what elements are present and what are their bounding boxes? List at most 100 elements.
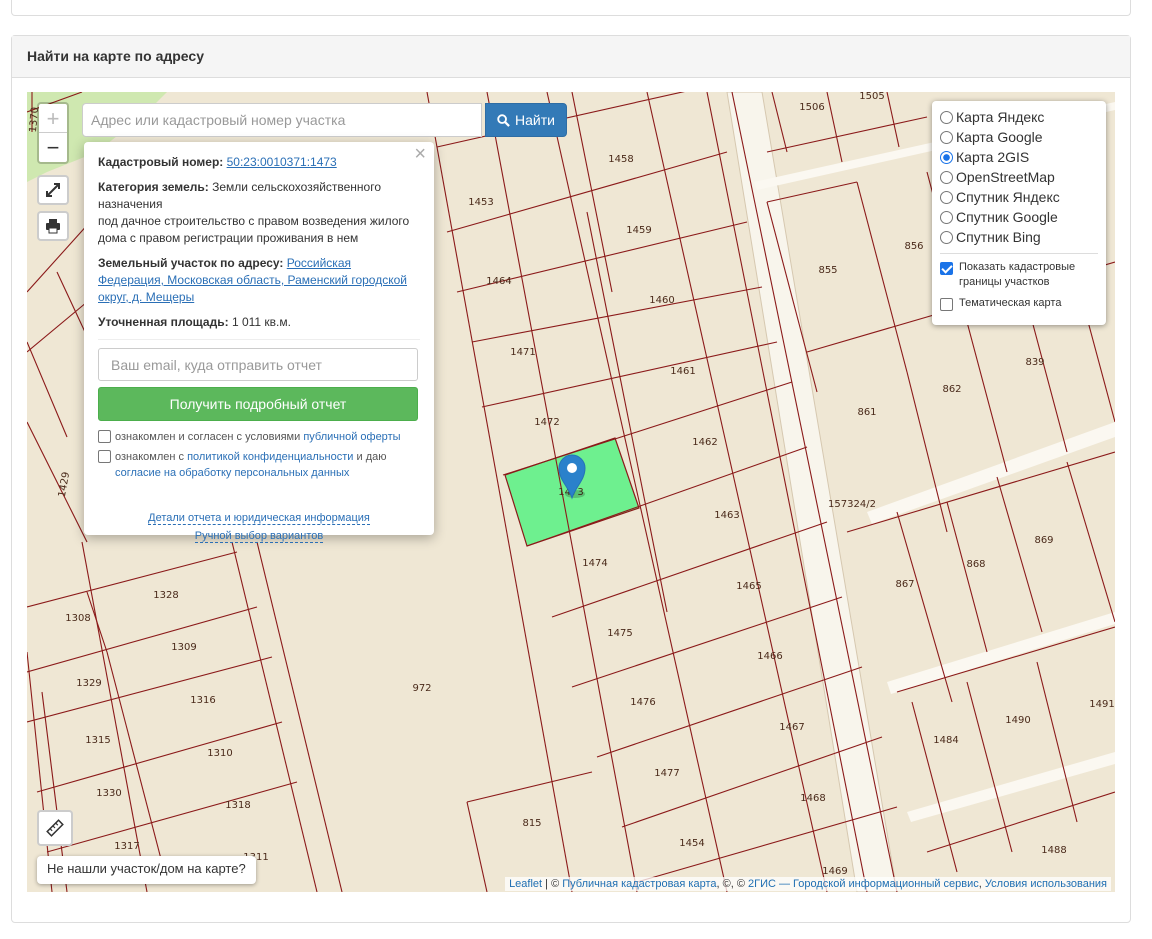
layer-label: Карта 2GIS xyxy=(956,149,1030,165)
privacy-text: ознакомлен с политикой конфиденциальност… xyxy=(115,449,420,481)
public-offer-link[interactable]: публичной оферты xyxy=(303,431,400,443)
parcel-label: 1328 xyxy=(153,590,178,601)
layer-label: Карта Яндекс xyxy=(956,109,1045,125)
land-category-row: Категория земель: Земли сельскохозяйстве… xyxy=(98,179,420,247)
layer-option-yandex-satellite[interactable]: Спутник Яндекс xyxy=(940,187,1098,207)
search-icon xyxy=(497,113,510,127)
parcel-label: 861 xyxy=(857,407,876,418)
parcel-label: 1471 xyxy=(510,347,535,358)
terms-link[interactable]: Условия использования xyxy=(985,878,1107,890)
cadastral-number-label: Кадастровый номер: xyxy=(98,155,224,169)
offer-agreement-row: ознакомлен и согласен с условиями публич… xyxy=(98,429,420,445)
address-search-input[interactable] xyxy=(82,103,482,137)
cadastral-number-link[interactable]: 50:23:0010371:1473 xyxy=(227,155,337,169)
2gis-link[interactable]: 2ГИС — Городской информационный сервис xyxy=(748,878,979,890)
layer-option-2gis-map[interactable]: Карта 2GIS xyxy=(940,147,1098,167)
zoom-out-button[interactable]: − xyxy=(39,133,67,162)
parcel-label: 1464 xyxy=(486,276,511,287)
manual-selection-link[interactable]: Ручной выбор вариантов xyxy=(194,530,324,543)
parcel-label: 1472 xyxy=(534,417,559,428)
cadastral-map[interactable]: 1506 1505 1458 1453 1459 1464 1460 1471 … xyxy=(27,92,1115,892)
find-button-label: Найти xyxy=(515,112,555,128)
layer-option-yandex-map[interactable]: Карта Яндекс xyxy=(940,107,1098,127)
thematic-map-checkbox[interactable] xyxy=(940,298,953,311)
leaflet-link[interactable]: Leaflet xyxy=(509,878,542,890)
parcel-label: 1465 xyxy=(736,581,761,592)
offer-text-label: ознакомлен и согласен с условиями xyxy=(115,431,301,443)
parcel-label: 1315 xyxy=(85,735,110,746)
layer-option-google-map[interactable]: Карта Google xyxy=(940,127,1098,147)
personal-data-consent-link[interactable]: согласие на обработку персональных данны… xyxy=(115,467,349,479)
parcel-label: 1462 xyxy=(692,437,717,448)
panel-title: Найти на карте по адресу xyxy=(12,36,1130,78)
parcel-label: 1488 xyxy=(1041,845,1066,856)
offer-text: ознакомлен и согласен с условиями публич… xyxy=(115,429,401,445)
divider xyxy=(940,253,1098,254)
parcel-label: 1429 xyxy=(57,471,72,498)
parcel-info-popup: × Кадастровый номер: 50:23:0010371:1473 … xyxy=(84,142,434,543)
thematic-map-toggle[interactable]: Тематическая карта xyxy=(940,296,1098,311)
radio-button[interactable] xyxy=(940,110,953,124)
printer-icon xyxy=(46,219,60,234)
parcel-label: 868 xyxy=(966,559,985,570)
area-value: 1 011 кв.м. xyxy=(231,315,291,329)
parcel-label: 1309 xyxy=(171,642,196,653)
divider xyxy=(98,339,420,340)
parcel-label: 869 xyxy=(1034,535,1053,546)
radio-button[interactable] xyxy=(940,210,953,224)
show-borders-checkbox[interactable] xyxy=(940,262,953,275)
parcel-label: 1316 xyxy=(190,695,215,706)
email-field[interactable] xyxy=(98,348,418,381)
address-label: Земельный участок по адресу: xyxy=(98,256,284,270)
parcel-label: 1506 xyxy=(799,102,824,113)
not-found-button[interactable]: Не нашли участок/дом на карте? xyxy=(37,856,256,884)
layer-label: Спутник Яндекс xyxy=(956,189,1060,205)
radio-button-selected[interactable] xyxy=(940,150,953,164)
measure-button[interactable] xyxy=(37,810,73,846)
zoom-in-button[interactable]: + xyxy=(39,104,67,133)
close-icon[interactable]: × xyxy=(414,144,426,164)
privacy-checkbox[interactable] xyxy=(98,450,111,463)
parcel-label: 1458 xyxy=(608,154,633,165)
attribution-comma: , xyxy=(978,878,982,890)
pkk-link[interactable]: Публичная кадастровая карта xyxy=(562,878,716,890)
radio-button[interactable] xyxy=(940,190,953,204)
layer-label: Карта Google xyxy=(956,129,1043,145)
layer-label: OpenStreetMap xyxy=(956,169,1055,185)
zoom-control: + − xyxy=(37,102,69,164)
show-borders-toggle[interactable]: Показать кадастровые границы участков xyxy=(940,260,1098,290)
parcel-label: 1476 xyxy=(630,697,655,708)
report-details-link[interactable]: Детали отчета и юридическая информация xyxy=(148,512,370,525)
parcel-label: 856 xyxy=(904,241,923,252)
parcel-label: 855 xyxy=(818,265,837,276)
layer-option-google-satellite[interactable]: Спутник Google xyxy=(940,207,1098,227)
layer-switcher: Карта Яндекс Карта Google Карта 2GIS Ope… xyxy=(932,101,1106,325)
radio-button[interactable] xyxy=(940,230,953,244)
parcel-label: 1469 xyxy=(822,866,847,877)
layer-label: Спутник Google xyxy=(956,209,1058,225)
get-report-button[interactable]: Получить подробный отчет xyxy=(98,387,418,421)
layer-option-osm[interactable]: OpenStreetMap xyxy=(940,167,1098,187)
parcel-label: 1505 xyxy=(859,92,884,102)
layer-option-bing-satellite[interactable]: Спутник Bing xyxy=(940,227,1098,247)
parcel-label: 1453 xyxy=(468,197,493,208)
land-category-label: Категория земель: xyxy=(98,180,209,194)
top-panel-edge xyxy=(11,0,1131,16)
parcel-label: 1330 xyxy=(96,788,121,799)
thematic-map-label: Тематическая карта xyxy=(959,297,1062,309)
expand-icon xyxy=(46,183,60,197)
map-attribution: Leaflet | © Публичная кадастровая карта,… xyxy=(505,877,1111,891)
land-use-value: под дачное строительство с правом возвед… xyxy=(98,214,410,245)
radio-button[interactable] xyxy=(940,170,953,184)
parcel-label: 1310 xyxy=(207,748,232,759)
parcel-label: 1459 xyxy=(626,225,651,236)
fullscreen-button[interactable] xyxy=(37,175,69,205)
parcel-label: 157324/2 xyxy=(828,499,876,510)
privacy-policy-link[interactable]: политикой конфиденциальности xyxy=(187,451,353,463)
print-button[interactable] xyxy=(37,211,69,241)
layer-label: Спутник Bing xyxy=(956,229,1041,245)
parcel-label: 1466 xyxy=(757,651,782,662)
offer-checkbox[interactable] xyxy=(98,430,111,443)
find-button[interactable]: Найти xyxy=(485,103,567,137)
radio-button[interactable] xyxy=(940,130,953,144)
